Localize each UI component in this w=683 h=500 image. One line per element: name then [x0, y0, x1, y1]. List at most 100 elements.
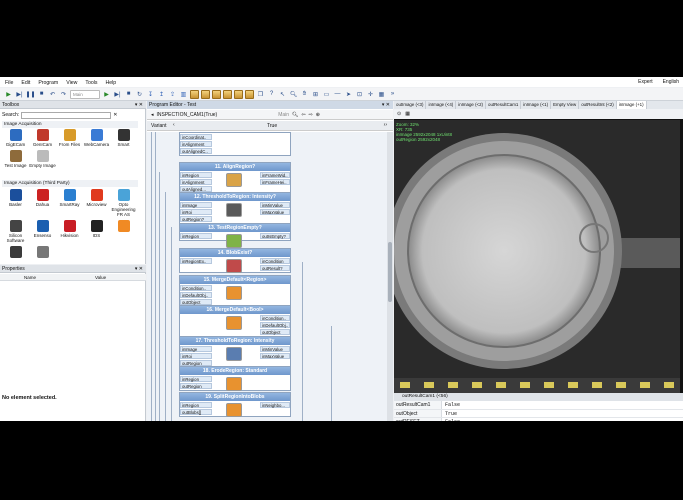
redo-icon[interactable]: ↷ — [59, 90, 68, 99]
viewer-tab[interactable]: Empty View — [551, 101, 580, 109]
input-port[interactable]: inRegion — [180, 233, 212, 239]
toolbox-tile[interactable]: Empty Image — [29, 150, 56, 168]
toolbox-tile[interactable]: Opto Engineering FR AS — [110, 189, 137, 217]
viewer-tab[interactable]: outImage (<3) — [394, 101, 427, 109]
step-icon[interactable]: ▶| — [15, 90, 24, 99]
viewer-tab[interactable]: outResultInt (<2) — [579, 101, 617, 109]
toolbox-tile[interactable]: Smart — [110, 129, 137, 147]
output-port[interactable]: inMinValue — [260, 346, 290, 352]
output-port[interactable]: inFrameHei.. — [260, 179, 290, 185]
toolbox-tile[interactable]: Basler — [2, 189, 29, 217]
input-port[interactable]: inAlignment — [180, 141, 212, 147]
editor-tab[interactable]: Program Editor - Test ▾ ✕ — [147, 101, 393, 109]
toolbox-tile[interactable]: GenICam — [29, 129, 56, 147]
output-port[interactable]: inDefaultObj.. — [260, 322, 290, 328]
run-icon[interactable]: ▶ — [4, 90, 13, 99]
program-node[interactable]: 19. SplitRegionIntoBlobs inRegion outBlobs… — [179, 392, 291, 417]
input-port[interactable]: inCondition.. — [180, 285, 212, 291]
result-row[interactable]: outResultCam1 False — [394, 401, 683, 410]
toolbox-tile[interactable]: GigECam — [2, 129, 29, 147]
pause-icon[interactable]: ❚❚ — [25, 90, 35, 99]
program-node[interactable]: 12. ThresholdToRegion: Intensity? inImage… — [179, 192, 291, 224]
chevron-left-icon[interactable]: ‹ — [173, 122, 175, 128]
editor-scrollbar[interactable] — [387, 132, 393, 421]
clear-search-icon[interactable]: ✕ — [113, 112, 117, 118]
toolbox-tile[interactable] — [110, 220, 137, 243]
folder3-icon[interactable] — [212, 89, 221, 99]
program-canvas[interactable]: inCoordinat.. inAlignment outAlignedC.. 11.… — [147, 132, 393, 421]
output-port[interactable]: inNeighbo... — [260, 402, 290, 408]
toolbox-tile[interactable] — [2, 246, 29, 259]
menu-tools[interactable]: Tools — [85, 80, 97, 88]
zoom-icon[interactable]: 🔍︎ — [289, 90, 298, 99]
toolbox-tile[interactable]: Hikvision — [56, 220, 83, 243]
input-port[interactable]: inDefaultObj.. — [180, 292, 212, 298]
toolbox-tile[interactable]: Test Image — [2, 150, 29, 168]
chart-icon[interactable]: ▥ — [179, 90, 188, 99]
crosshair-icon[interactable]: ✛ — [366, 90, 375, 99]
folder6-icon[interactable] — [245, 89, 254, 99]
input-port[interactable]: inRoi — [180, 353, 212, 359]
viewer-tab[interactable]: inImage (<1) — [521, 101, 552, 109]
grid-icon[interactable]: ▦ — [405, 111, 410, 117]
menu-edit[interactable]: Edit — [21, 80, 30, 88]
nav-left-icon[interactable]: ⇦ — [301, 112, 305, 118]
copy-icon[interactable]: ❐ — [256, 90, 265, 99]
export-icon[interactable]: ⇪ — [168, 90, 177, 99]
program-node[interactable]: 11. AlignRegion? inRegion inAlignment outAl… — [179, 162, 291, 194]
folder4-icon[interactable] — [223, 89, 232, 99]
program-node[interactable]: 17. ThresholdToRegion: Intensity inImage i… — [179, 336, 291, 368]
toolbox-tile[interactable]: Silicon Software — [2, 220, 29, 243]
toolbox-tile[interactable]: From Files — [56, 129, 83, 147]
output-port[interactable]: inFrameWid.. — [260, 172, 290, 178]
input-port[interactable]: inRoi — [180, 209, 212, 215]
output-port[interactable]: inCondition.. — [260, 315, 290, 321]
input-port[interactable]: inRegion — [180, 402, 212, 408]
table-icon[interactable]: ▦ — [377, 90, 386, 99]
arrow-left-icon[interactable]: ➤ — [344, 90, 353, 99]
stop2-icon[interactable]: ■ — [124, 90, 133, 99]
result-row[interactable]: outObject True — [394, 409, 683, 418]
input-port[interactable]: inAlignment — [180, 179, 212, 185]
hand-icon[interactable]: ✋︎ — [300, 90, 309, 99]
close-icon[interactable]: ▾ ✕ — [135, 101, 143, 109]
viewer-tab[interactable]: inImage (+1) — [616, 101, 647, 109]
input-port[interactable]: inImage — [180, 202, 212, 208]
input-port[interactable]: inImage — [180, 346, 212, 352]
group-image-acquisition[interactable]: Image Acquisition — [2, 121, 138, 128]
toolbox-tile[interactable]: IDS — [83, 220, 110, 243]
program-node[interactable]: 14. BlobExist? inRegionEx.. inCondition out… — [179, 248, 291, 273]
result-row[interactable]: outRESETFalse — [394, 418, 683, 421]
step-into-icon[interactable]: ▶| — [113, 90, 122, 99]
folder2-icon[interactable] — [201, 89, 210, 99]
output-port[interactable]: inMaxValue — [260, 209, 290, 215]
menu-file[interactable]: File — [5, 80, 13, 88]
program-node[interactable]: 13. TestRegionEmpty? inRegion outIsEmpty? — [179, 223, 291, 248]
output-port[interactable]: inCondition — [260, 258, 290, 264]
zoom-icon[interactable]: ⊕ — [316, 112, 320, 118]
menu-help[interactable]: Help — [105, 80, 116, 88]
language-label[interactable]: English — [663, 79, 679, 85]
close-icon[interactable]: ▾ ✕ — [382, 101, 390, 109]
user-mode-label[interactable]: Expert — [638, 79, 652, 85]
chevron-right-icon[interactable]: ›› — [384, 122, 387, 128]
toolbox-tile[interactable]: SmartRay — [56, 189, 83, 217]
chevron-icon[interactable]: » — [388, 90, 397, 99]
program-node[interactable]: inCoordinat.. inAlignment outAlignedC.. — [179, 132, 291, 156]
output-port[interactable]: outResult? — [260, 265, 290, 271]
viewer-tab[interactable]: inImage (<2) — [456, 101, 487, 109]
pointer-icon[interactable]: ↖ — [278, 90, 287, 99]
ruler-icon[interactable]: ▭ — [322, 90, 331, 99]
play-icon[interactable]: ▶ — [102, 90, 111, 99]
group-third-party[interactable]: Image Acquisition (Third Party) — [2, 180, 138, 187]
line-icon[interactable]: — — [333, 90, 342, 99]
help-icon[interactable]: ? — [267, 90, 276, 99]
output-port[interactable]: outObject — [260, 329, 290, 335]
back-icon[interactable]: ◂ — [151, 112, 154, 118]
fit-icon[interactable]: ⊞ — [311, 90, 320, 99]
input-port[interactable]: outBlobs[] — [180, 409, 212, 415]
path-mode[interactable]: Main — [278, 112, 289, 118]
input-port[interactable]: outRegion — [180, 383, 212, 389]
input-port[interactable]: inRegionEx.. — [180, 258, 212, 264]
program-node[interactable]: 18. ErodeRegion: Standard inRegion outRegi… — [179, 366, 291, 391]
